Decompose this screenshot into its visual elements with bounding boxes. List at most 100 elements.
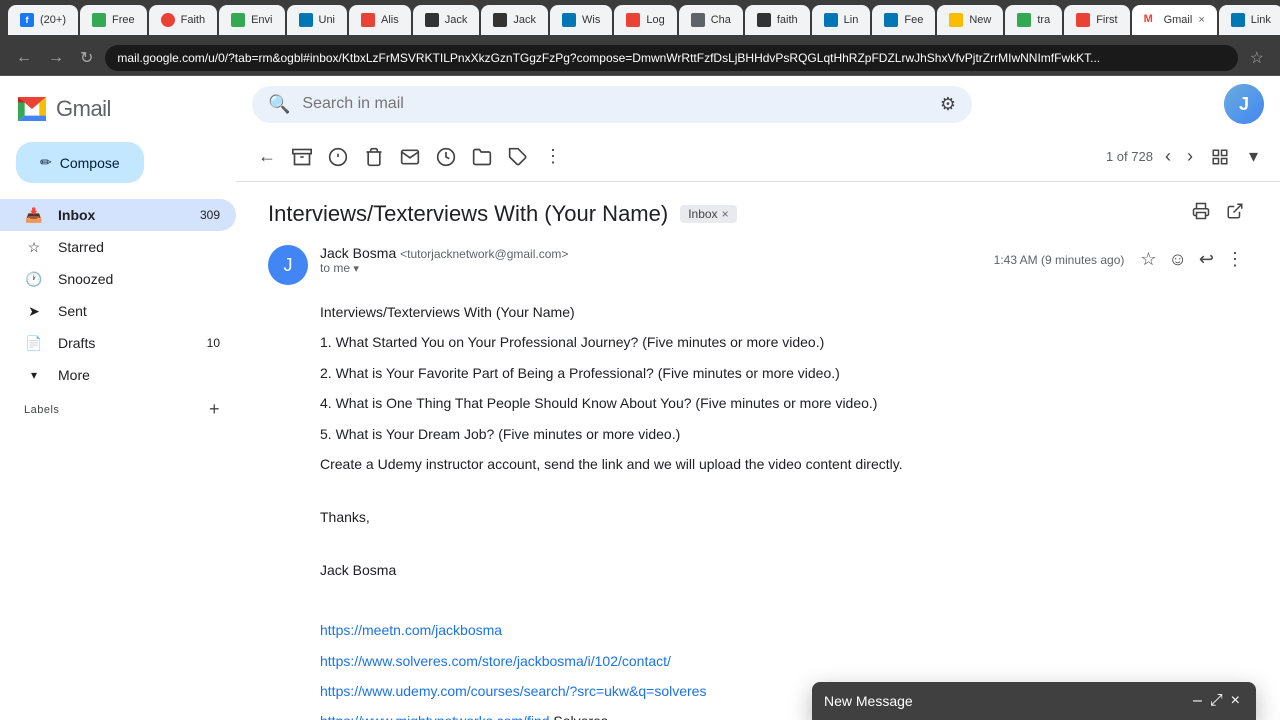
sidebar-item-drafts[interactable]: 📄 Drafts 10	[0, 327, 236, 359]
emoji-react-button[interactable]: ☺	[1165, 245, 1191, 274]
gmail-logo[interactable]: Gmail	[0, 84, 236, 134]
compose-header[interactable]: New Message – ⤢ ×	[812, 682, 1256, 720]
tab-free[interactable]: Free	[80, 5, 147, 35]
archive-button[interactable]	[286, 141, 318, 173]
delete-button[interactable]	[358, 141, 390, 173]
sidebar-item-starred[interactable]: ☆ Starred	[0, 231, 236, 263]
tab-cha[interactable]: Cha	[679, 5, 743, 35]
tab-fee[interactable]: Fee	[872, 5, 935, 35]
sidebar-label-snoozed: Snoozed	[58, 271, 113, 287]
link-mightynetworks[interactable]: https://www.mightynetworks.com/find	[320, 713, 550, 720]
tab-label-log: Log	[646, 14, 664, 26]
print-button[interactable]	[1188, 198, 1214, 229]
tab-log[interactable]: Log	[614, 5, 676, 35]
email-content-area: Interviews/Texterviews With (Your Name) …	[236, 182, 1280, 720]
search-filter-icon[interactable]: ⚙	[940, 94, 956, 115]
next-email-button[interactable]: ›	[1183, 142, 1197, 171]
link-udemy[interactable]: https://www.udemy.com/courses/search/?sr…	[320, 683, 706, 699]
more-icon: ▾	[24, 368, 44, 382]
search-container[interactable]: 🔍 ⚙	[252, 86, 972, 123]
drafts-icon: 📄	[24, 335, 44, 352]
compose-label: Compose	[60, 155, 120, 171]
sidebar-item-snoozed[interactable]: 🕐 Snoozed	[0, 263, 236, 295]
more-actions-button[interactable]: ⋮	[538, 140, 568, 173]
compose-minimize-button[interactable]: –	[1189, 690, 1206, 712]
report-spam-button[interactable]	[322, 141, 354, 173]
mark-unread-button[interactable]	[394, 141, 426, 173]
tab-jack1[interactable]: Jack	[413, 5, 480, 35]
reply-button[interactable]: ↩	[1195, 245, 1218, 274]
email-subject-row: Interviews/Texterviews With (Your Name) …	[268, 198, 1248, 229]
tab-label-link: Link	[1251, 14, 1271, 26]
count-text: 1 of 728	[1106, 149, 1153, 164]
tab-wis[interactable]: Wis	[550, 5, 612, 35]
view-expand-button[interactable]: ▾	[1243, 140, 1264, 173]
compose-close-button[interactable]: ×	[1227, 690, 1244, 712]
gmail-logo-icon	[16, 97, 48, 121]
bookmark-button[interactable]: ☆	[1246, 46, 1268, 70]
label-icon	[508, 147, 528, 167]
sidebar-item-sent[interactable]: ➤ Sent	[0, 295, 236, 327]
search-bar-row: 🔍 ⚙ J Jack Bosma	[236, 76, 1280, 132]
tab-label-faith: Faith	[181, 14, 205, 26]
tab-uni[interactable]: Uni	[287, 5, 348, 35]
star-email-button[interactable]: ☆	[1136, 245, 1160, 274]
snooze-icon	[436, 147, 456, 167]
sender-to-text: to me	[320, 261, 350, 275]
search-right-actions: J Jack Bosma	[1224, 84, 1264, 124]
back-to-inbox-button[interactable]: ←	[252, 140, 282, 173]
link-solveres[interactable]: https://www.solveres.com/store/jackbosma…	[320, 653, 671, 669]
tab-new[interactable]: New	[937, 5, 1003, 35]
forward-button[interactable]: →	[44, 47, 68, 69]
tab-close-gmail[interactable]: ×	[1198, 14, 1204, 26]
email-count: 1 of 728 ‹ › ▾	[1106, 140, 1264, 173]
email-title-actions	[1188, 198, 1248, 229]
tab-label-new: New	[969, 14, 991, 26]
tab-link[interactable]: Link	[1219, 5, 1280, 35]
email-timestamp: 1:43 AM (9 minutes ago)	[994, 253, 1125, 267]
sender-timestamp: 1:43 AM (9 minutes ago) ☆ ☺ ↩ ⋮	[994, 245, 1248, 274]
sidebar-item-inbox[interactable]: 📥 Inbox 309	[0, 199, 236, 231]
body-intro: Interviews/Texterviews With (Your Name)	[320, 301, 1248, 323]
labels-add-button[interactable]: +	[209, 399, 220, 420]
open-new-window-button[interactable]	[1222, 198, 1248, 229]
tab-lin[interactable]: Lin	[812, 5, 871, 35]
tab-faith2[interactable]: faith	[745, 5, 810, 35]
reload-button[interactable]: ↻	[76, 46, 97, 70]
tab-label-free: Free	[112, 14, 135, 26]
tab-alis[interactable]: Alis	[349, 5, 411, 35]
sender-to[interactable]: to me ▾	[320, 261, 982, 275]
tab-label-tra: tra	[1037, 14, 1050, 26]
tab-facebook[interactable]: f (20+)	[8, 5, 78, 35]
compose-fullscreen-button[interactable]: ⤢	[1206, 690, 1227, 712]
tab-faith[interactable]: Faith	[149, 5, 217, 35]
compose-button[interactable]: ✏ Compose	[16, 142, 144, 183]
user-avatar-container[interactable]: J Jack Bosma	[1224, 84, 1264, 124]
email-toolbar: ← ⋮ 1 of 728	[236, 132, 1280, 182]
link-meetn[interactable]: https://meetn.com/jackbosma	[320, 622, 502, 638]
search-input[interactable]	[302, 95, 927, 113]
starred-icon: ☆	[24, 239, 44, 256]
prev-email-button[interactable]: ‹	[1161, 142, 1175, 171]
body-q1: 1. What Started You on Your Professional…	[320, 331, 1248, 353]
tab-tra[interactable]: tra	[1005, 5, 1062, 35]
tab-jack2[interactable]: Jack	[481, 5, 548, 35]
snooze-button[interactable]	[430, 141, 462, 173]
tab-first[interactable]: First	[1064, 5, 1129, 35]
sidebar-label-sent: Sent	[58, 303, 87, 319]
view-toggle-button[interactable]	[1205, 142, 1235, 172]
address-input[interactable]	[105, 45, 1237, 71]
label-button[interactable]	[502, 141, 534, 173]
print-icon	[1192, 202, 1210, 220]
tab-envi[interactable]: Envi	[219, 5, 284, 35]
snoozed-icon: 🕐	[24, 271, 44, 288]
view-icon	[1211, 148, 1229, 166]
labels-section[interactable]: Labels +	[0, 391, 236, 424]
tab-gmail[interactable]: M Gmail ×	[1132, 5, 1217, 35]
sidebar-item-more[interactable]: ▾ More	[0, 359, 236, 391]
back-button[interactable]: ←	[12, 47, 36, 69]
tab-list: f (20+) Free Faith Envi Uni Alis Jack	[8, 0, 1280, 40]
more-email-actions-button[interactable]: ⋮	[1222, 245, 1248, 274]
inbox-badge-remove[interactable]: ×	[722, 207, 729, 221]
move-to-button[interactable]	[466, 141, 498, 173]
